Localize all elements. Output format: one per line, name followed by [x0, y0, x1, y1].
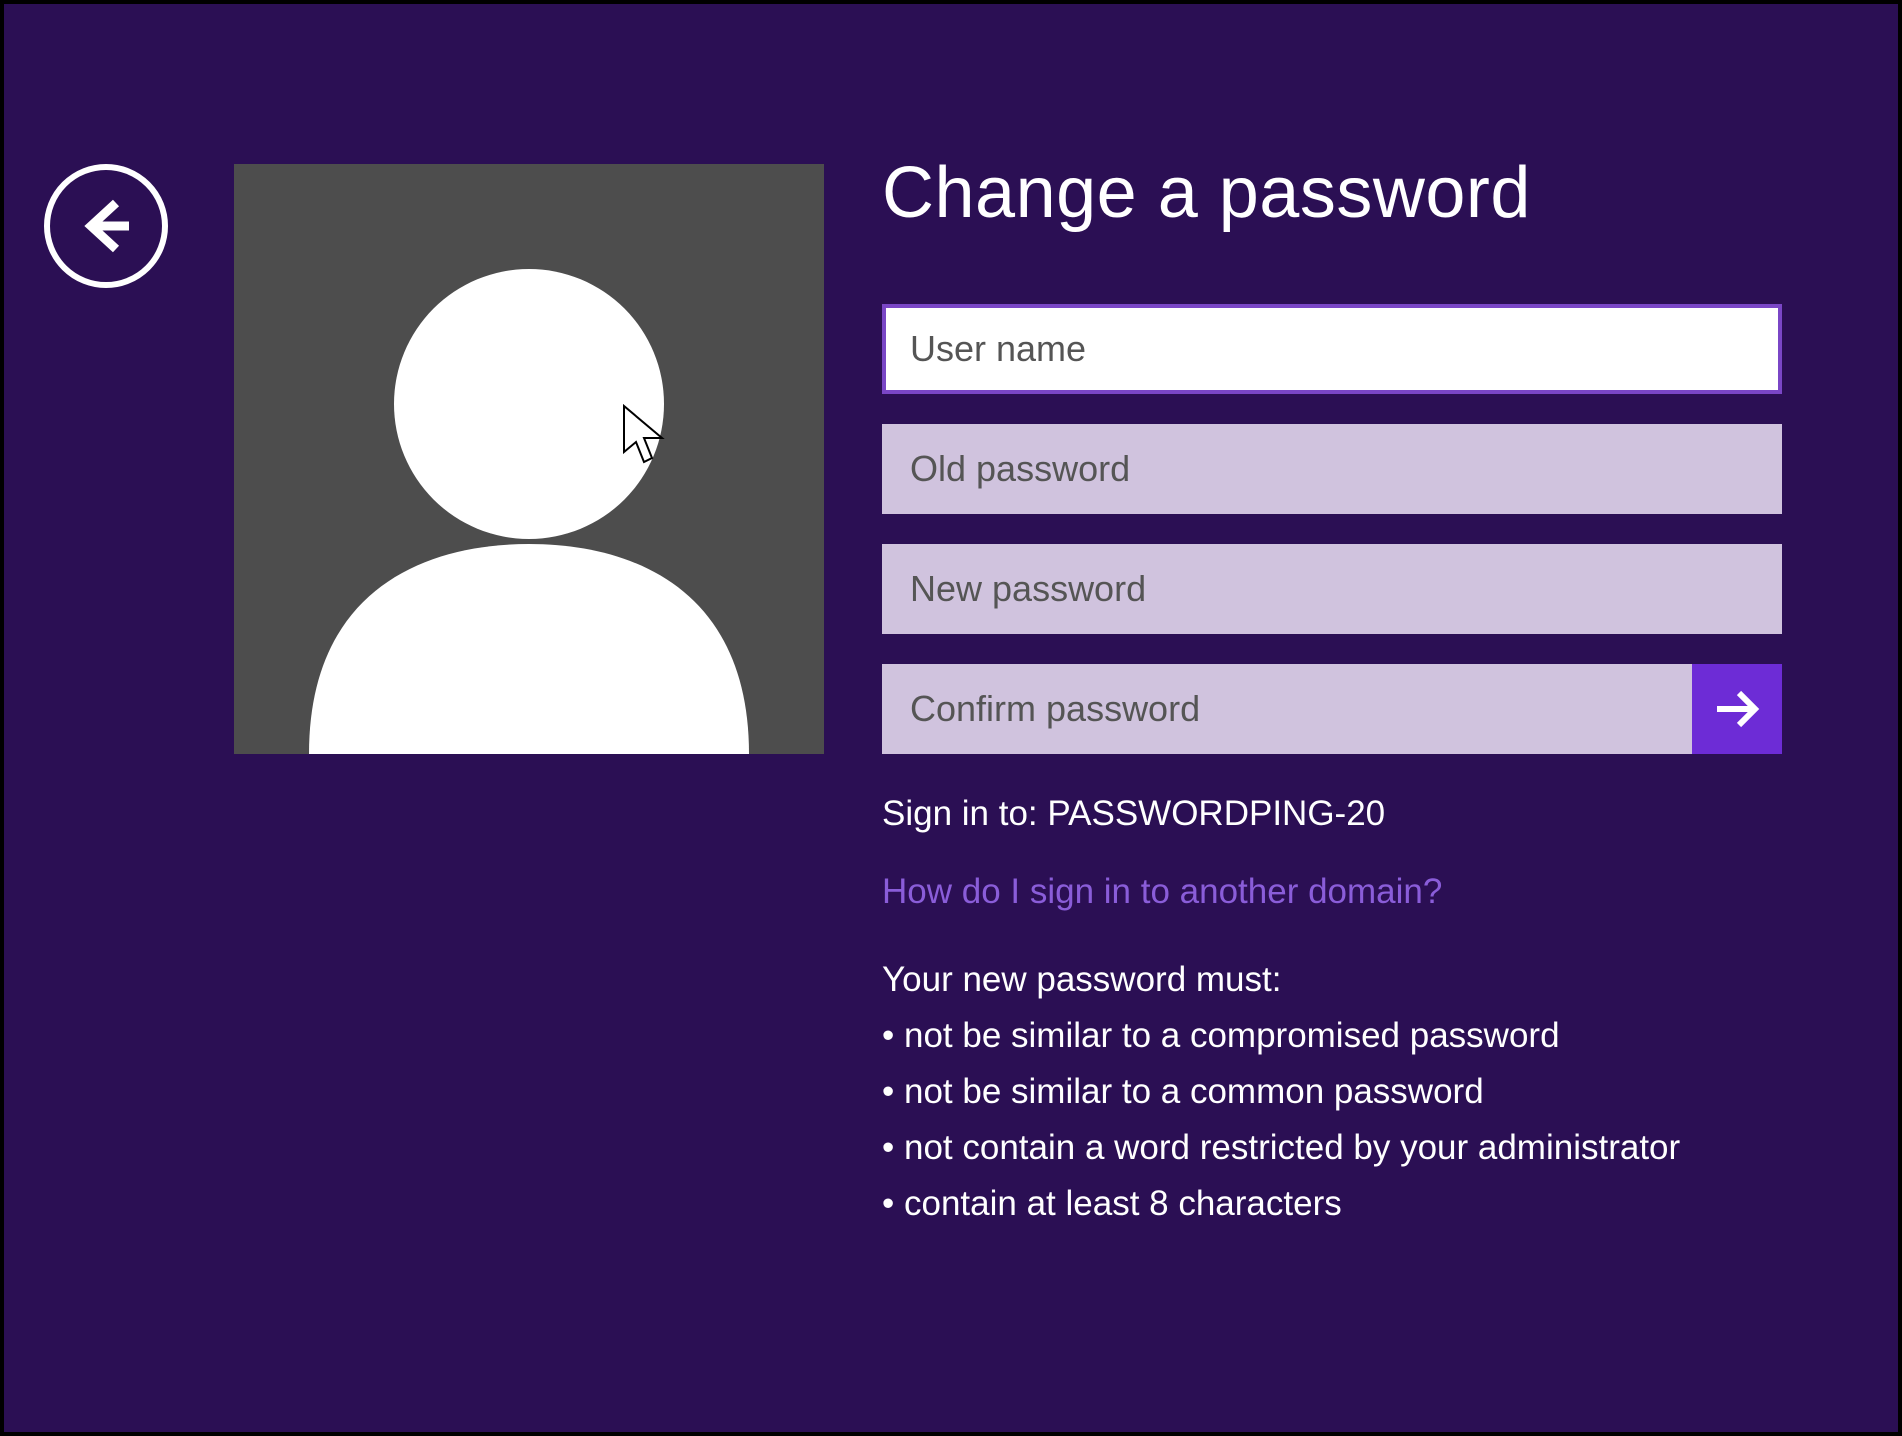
submit-button[interactable] — [1692, 664, 1782, 754]
arrow-right-icon — [1711, 683, 1763, 735]
old-password-field[interactable] — [882, 424, 1782, 514]
page-title: Change a password — [882, 152, 1782, 234]
confirm-password-row — [882, 664, 1782, 754]
sign-in-domain-label: Sign in to: PASSWORDPING-20 — [882, 794, 1782, 834]
avatar — [234, 164, 824, 754]
user-icon — [269, 234, 789, 754]
back-button[interactable] — [44, 164, 168, 288]
arrow-left-icon — [71, 191, 141, 261]
sign-in-prefix: Sign in to: — [882, 794, 1047, 833]
sign-in-domain-value: PASSWORDPING-20 — [1047, 794, 1385, 833]
confirm-password-field[interactable] — [882, 664, 1692, 754]
password-rule: contain at least 8 characters — [882, 1176, 1782, 1232]
password-rules: Your new password must: not be similar t… — [882, 952, 1782, 1232]
password-rules-intro: Your new password must: — [882, 952, 1782, 1008]
password-rule: not contain a word restricted by your ad… — [882, 1120, 1782, 1176]
username-field[interactable] — [882, 304, 1782, 394]
password-rule: not be similar to a common password — [882, 1064, 1782, 1120]
other-domain-help-link[interactable]: How do I sign in to another domain? — [882, 872, 1782, 912]
password-rule: not be similar to a compromised password — [882, 1008, 1782, 1064]
new-password-field[interactable] — [882, 544, 1782, 634]
change-password-screen: Change a password Sign in to: PASSWORDPI… — [0, 0, 1902, 1436]
change-password-form: Change a password Sign in to: PASSWORDPI… — [882, 152, 1782, 1232]
